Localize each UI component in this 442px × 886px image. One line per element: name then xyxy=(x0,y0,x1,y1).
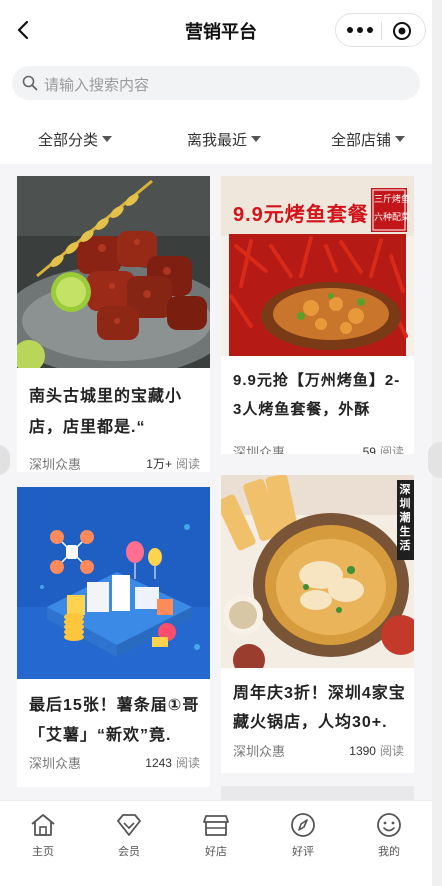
filter-category[interactable]: 全部分类 xyxy=(38,129,113,150)
article-source: 深圳众惠 xyxy=(29,756,82,771)
hotpot-image xyxy=(221,475,414,668)
search-input[interactable]: 请输入搜索内容 xyxy=(12,66,420,100)
read-count-unit: 阅读 xyxy=(379,744,404,758)
bottom-tab-bar: 主页 会员 好店 好评 我的 xyxy=(0,800,432,886)
smile-icon xyxy=(377,813,401,837)
article-card[interactable]: 南头古城里的宝藏小 店，店里都是.“ 深圳众惠 1万+ 阅读 xyxy=(17,176,210,472)
dropdown-arrow-icon xyxy=(251,136,262,142)
article-source: 深圳众惠 xyxy=(233,445,286,454)
filter-bar: 全部分类 离我最近 全部店铺 xyxy=(0,118,442,158)
search-placeholder: 请输入搜索内容 xyxy=(44,77,150,94)
filter-distance-label: 离我最近 xyxy=(187,132,248,149)
dropdown-arrow-icon xyxy=(395,136,406,142)
poster-tag: 深圳潮生活 xyxy=(399,484,411,552)
tab-member[interactable]: 会员 xyxy=(99,811,159,859)
read-count-value: 1243 xyxy=(145,756,172,770)
read-count-unit: 阅读 xyxy=(175,756,200,770)
poster-tag-line: 六种配菜 xyxy=(374,212,411,222)
article-title-line: 3人烤鱼套餐，外酥 xyxy=(233,401,371,418)
mini-program-capsule xyxy=(335,13,426,47)
read-count: 1243 阅读 xyxy=(145,754,200,771)
read-count: 59 阅读 xyxy=(363,443,404,454)
article-card[interactable]: 9.9元烤鱼套餐 三斤烤鱼 六种配菜 9.9元抢【万州烤鱼】2- 3人烤鱼套餐，… xyxy=(221,176,414,454)
read-count-value: 59 xyxy=(362,445,376,454)
tab-shop[interactable]: 好店 xyxy=(186,811,246,859)
home-icon xyxy=(31,814,55,836)
more-icon[interactable] xyxy=(346,23,374,37)
article-source: 深圳众惠 xyxy=(233,744,286,759)
article-title-line: 藏火锅店，人均30+. xyxy=(233,714,388,731)
article-card-partial[interactable] xyxy=(221,786,414,800)
diamond-icon xyxy=(117,814,141,836)
tab-review[interactable]: 好评 xyxy=(273,811,333,859)
navigation-bar: 营销平台 xyxy=(0,0,442,60)
compass-icon xyxy=(291,813,315,837)
tab-home-label: 主页 xyxy=(32,846,54,858)
shop-icon xyxy=(203,815,229,836)
tab-mine[interactable]: 我的 xyxy=(359,811,419,859)
isometric-city-illustration xyxy=(17,487,210,679)
article-source: 深圳众惠 xyxy=(29,457,82,472)
close-target-icon[interactable] xyxy=(392,21,412,41)
search-icon xyxy=(22,75,38,91)
article-title-line: 最后15张！薯条届①哥 xyxy=(29,697,200,714)
article-feed[interactable]: 南头古城里的宝藏小 店，店里都是.“ 深圳众惠 1万+ 阅读 9.9元烤鱼套餐 … xyxy=(0,164,442,800)
article-title-line: 周年庆3折！深圳4家宝 xyxy=(233,685,406,702)
article-title-line: 南头古城里的宝藏小 xyxy=(29,388,183,405)
filter-category-label: 全部分类 xyxy=(38,132,99,149)
filter-store-label: 全部店铺 xyxy=(331,132,392,149)
page-edge-handle xyxy=(428,442,442,478)
poster-tag: 三斤烤鱼 六种配菜 xyxy=(374,193,411,223)
food-image xyxy=(17,176,210,368)
article-card[interactable]: 最后15张！薯条届①哥 「艾薯」“新欢”竟. 深圳众惠 1243 阅读 xyxy=(17,487,210,787)
capsule-divider xyxy=(381,22,382,40)
tab-home[interactable]: 主页 xyxy=(13,811,73,859)
article-title-line: 「艾薯」“新欢”竟. xyxy=(29,727,172,744)
article-card[interactable]: 深圳潮生活 周年庆3折！深圳4家宝 藏火锅店，人均30+. 深圳众惠 1390 阅… xyxy=(221,475,414,773)
article-title-line: 9.9元抢【万州烤鱼】2- xyxy=(233,372,401,389)
read-count-unit: 阅读 xyxy=(379,445,404,454)
read-count: 1万+ 阅读 xyxy=(146,455,200,472)
poster-headline: 9.9元烤鱼套餐 xyxy=(233,204,369,226)
article-title-line: 店，店里都是.“ xyxy=(29,419,146,436)
tab-mine-label: 我的 xyxy=(378,846,400,858)
tab-shop-label: 好店 xyxy=(205,846,227,858)
filter-store[interactable]: 全部店铺 xyxy=(331,129,406,150)
read-count: 1390 阅读 xyxy=(349,742,404,759)
filter-distance[interactable]: 离我最近 xyxy=(187,129,262,150)
read-count-unit: 阅读 xyxy=(175,457,200,471)
dropdown-arrow-icon xyxy=(102,136,113,142)
tab-review-label: 好评 xyxy=(292,846,314,858)
poster-tag-line: 三斤烤鱼 xyxy=(374,194,411,204)
read-count-value: 1390 xyxy=(349,744,376,758)
tab-member-label: 会员 xyxy=(118,846,140,858)
read-count-value: 1万+ xyxy=(146,457,172,471)
